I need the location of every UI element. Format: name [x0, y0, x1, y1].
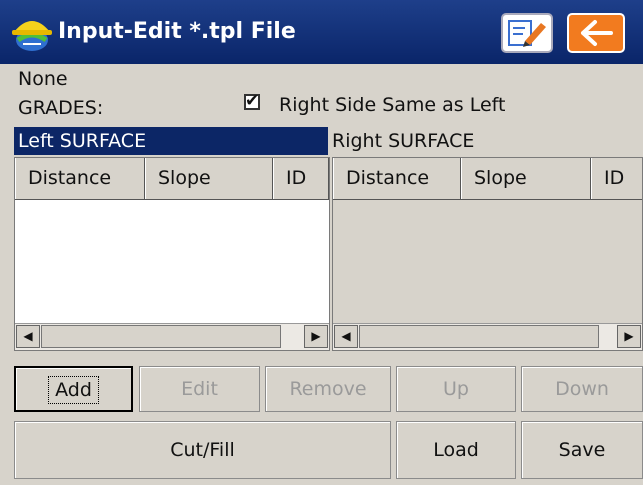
edit-file-button[interactable] — [501, 13, 553, 53]
column-header-id[interactable]: ID — [591, 158, 643, 199]
title-bar: Input-Edit *.tpl File — [0, 0, 643, 64]
right-grades-table[interactable]: Distance Slope ID ◀ ▶ — [332, 157, 643, 351]
remove-button[interactable]: Remove — [265, 366, 391, 412]
load-button[interactable]: Load — [396, 421, 516, 479]
column-header-distance[interactable]: Distance — [333, 158, 461, 199]
column-header-distance[interactable]: Distance — [15, 158, 145, 199]
table-header: Distance Slope ID — [15, 158, 329, 200]
scroll-right-icon[interactable]: ▶ — [617, 325, 641, 348]
back-button[interactable] — [567, 13, 625, 53]
column-header-slope[interactable]: Slope — [145, 158, 273, 199]
window-title: Input-Edit *.tpl File — [58, 19, 296, 44]
right-same-checkbox[interactable]: ✔ — [244, 91, 260, 111]
table-header: Distance Slope ID — [333, 158, 643, 200]
scroll-left-icon[interactable]: ◀ — [334, 325, 358, 348]
add-button-label: Add — [48, 376, 99, 404]
hardhat-globe-icon — [12, 21, 52, 51]
cut-fill-button[interactable]: Cut/Fill — [14, 421, 391, 479]
up-button[interactable]: Up — [396, 366, 516, 412]
horizontal-scrollbar[interactable]: ◀ ▶ — [333, 323, 642, 350]
grades-label: GRADES: — [18, 97, 104, 119]
horizontal-scrollbar[interactable]: ◀ ▶ — [15, 323, 329, 350]
column-header-slope[interactable]: Slope — [461, 158, 591, 199]
edit-button[interactable]: Edit — [139, 366, 260, 412]
right-surface-header[interactable]: Right SURFACE — [330, 127, 474, 155]
left-grades-table[interactable]: Distance Slope ID ◀ ▶ — [14, 157, 330, 351]
scroll-thumb[interactable] — [359, 325, 599, 348]
scroll-thumb[interactable] — [41, 325, 281, 348]
down-button[interactable]: Down — [521, 366, 643, 412]
file-name-label: None — [18, 68, 68, 90]
checkmark-icon: ✔ — [245, 91, 260, 111]
column-header-id[interactable]: ID — [273, 158, 329, 199]
save-button[interactable]: Save — [521, 421, 643, 479]
left-surface-header[interactable]: Left SURFACE — [14, 127, 328, 155]
scroll-right-icon[interactable]: ▶ — [304, 325, 328, 348]
add-button[interactable]: Add — [14, 366, 133, 412]
scroll-left-icon[interactable]: ◀ — [16, 325, 40, 348]
arrow-left-icon — [581, 20, 613, 46]
right-same-label[interactable]: Right Side Same as Left — [279, 93, 505, 117]
pencil-edit-icon — [508, 20, 546, 47]
